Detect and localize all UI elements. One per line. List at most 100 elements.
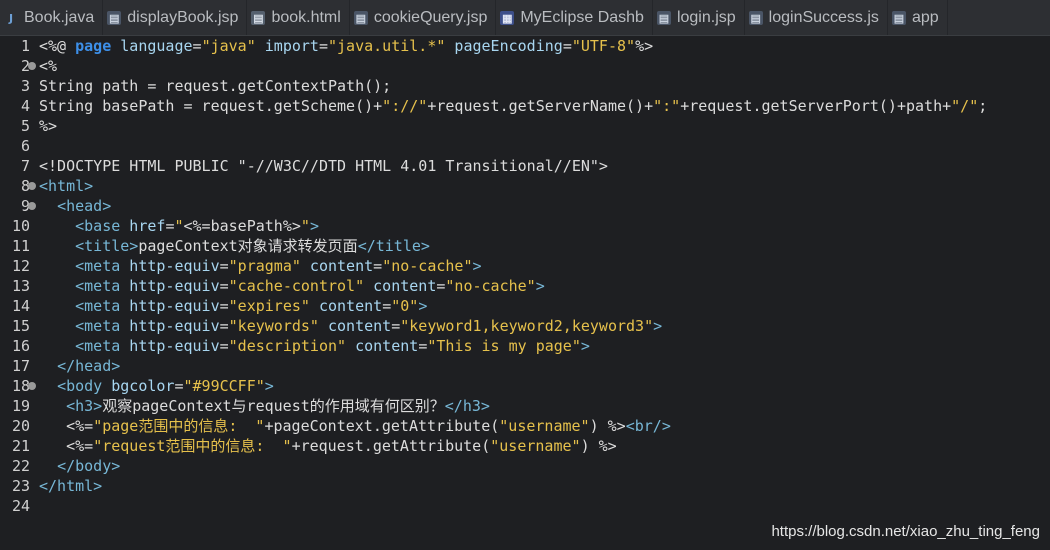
code-token: "://"	[382, 97, 428, 115]
jsp-file-icon: ▤	[107, 11, 122, 25]
line-number: 17	[11, 357, 30, 375]
tab-label: MyEclipse Dashb	[520, 9, 644, 26]
line-number: 6	[20, 137, 30, 155]
code-token: >	[309, 217, 319, 235]
code-line[interactable]: String path = request.getContextPath();	[39, 76, 391, 96]
line-number: 22	[11, 457, 30, 475]
jsp-file-icon: ▤	[656, 11, 671, 25]
code-line[interactable]: <html>	[39, 176, 93, 196]
code-token: "keywords"	[228, 317, 319, 335]
code-line[interactable]: String basePath = request.getScheme()+":…	[39, 96, 987, 116]
dashboard-icon: ▦	[500, 11, 515, 25]
code-line[interactable]: <h3>观察pageContext与request的作用域有何区别？</h3>	[39, 396, 490, 416]
code-token: "username"	[490, 437, 581, 455]
code-token: =	[192, 37, 202, 55]
code-line[interactable]: %>	[39, 116, 57, 136]
code-token: <!DOCTYPE HTML PUBLIC "-//W3C//DTD HTML …	[39, 157, 608, 175]
code-token: <meta	[75, 257, 121, 275]
code-token: </h3>	[444, 397, 490, 415]
tab-1[interactable]: ▤ displayBook.jsp	[103, 0, 248, 35]
code-line[interactable]: <%	[39, 56, 57, 76]
tab-5[interactable]: ▤ login.jsp	[653, 0, 745, 35]
editor-tab-bar: J Book.java ▤ displayBook.jsp ▤ book.html ▤ coo…	[0, 0, 1050, 36]
code-line[interactable]: <head>	[39, 196, 111, 216]
fold-toggle-icon[interactable]	[28, 382, 36, 390]
tab-label: displayBook.jsp	[127, 9, 239, 26]
line-number: 20	[11, 417, 30, 435]
line-number: 9	[20, 197, 30, 215]
code-line[interactable]: </body>	[39, 456, 120, 476]
code-token: <meta	[75, 317, 121, 335]
code-token: "request范围中的信息: "	[93, 437, 292, 455]
tab-4[interactable]: ▦ MyEclipse Dashb	[496, 0, 653, 35]
code-line[interactable]: <body bgcolor="#99CCFF">	[39, 376, 274, 396]
code-token: ;	[978, 97, 988, 115]
code-area[interactable]: <%@ page language="java" import="java.ut…	[39, 36, 1050, 550]
line-number: 15	[11, 317, 30, 335]
jsp-file-icon: ▤	[891, 11, 906, 25]
line-number: 8	[20, 177, 30, 195]
code-token: <%	[39, 57, 58, 75]
code-token: http-equiv	[120, 317, 220, 335]
code-token: content	[346, 337, 419, 355]
code-line[interactable]: <meta http-equiv="pragma" content="no-ca…	[39, 256, 481, 276]
code-token: "UTF-8"	[571, 37, 636, 55]
code-line[interactable]: <!DOCTYPE HTML PUBLIC "-//W3C//DTD HTML …	[39, 156, 608, 176]
tab-label: login.jsp	[676, 9, 736, 26]
line-number: 23	[11, 477, 30, 495]
code-editor[interactable]: 1 2 3 4 5 6 7 8 9 10 11 12 13 14 15 16 17 18 19 20 21 22 23 24 …	[0, 36, 1050, 550]
code-token: </head>	[57, 357, 121, 375]
code-token: <title>	[75, 237, 139, 255]
code-line[interactable]: <meta http-equiv="description" content="…	[39, 336, 590, 356]
code-token: 观察pageContext与request的作用域有何区别？	[102, 397, 445, 415]
line-number: 12	[11, 257, 30, 275]
code-token: pageEncoding	[445, 37, 563, 55]
code-token: >	[580, 337, 590, 355]
code-line[interactable]: <title>pageContext对象请求转发页面</title>	[39, 236, 430, 256]
tab-label: cookieQuery.jsp	[373, 9, 488, 26]
code-token: =	[373, 257, 383, 275]
code-line[interactable]: <%="request范围中的信息: "+request.getAttribut…	[39, 436, 617, 456]
code-token: ) %>	[589, 417, 626, 435]
code-token: =	[174, 377, 184, 395]
code-line[interactable]: <meta http-equiv="keywords" content="key…	[39, 316, 662, 336]
code-line[interactable]: <base href="<%=basePath%>">	[39, 216, 319, 236]
fold-toggle-icon[interactable]	[28, 182, 36, 190]
code-token: "This is my page"	[427, 337, 581, 355]
code-token: ) %>	[580, 437, 617, 455]
code-token: http-equiv	[120, 337, 220, 355]
code-line[interactable]: <%="page范围中的信息: "+pageContext.getAttribu…	[39, 416, 671, 436]
code-token: "	[174, 217, 184, 235]
code-line[interactable]: <meta http-equiv="expires" content="0">	[39, 296, 427, 316]
code-token: >	[418, 297, 428, 315]
code-token: =	[219, 277, 229, 295]
code-line[interactable]: <meta http-equiv="cache-control" content…	[39, 276, 545, 296]
code-token: +pageContext.getAttribute(	[264, 417, 500, 435]
tab-0[interactable]: J Book.java	[0, 0, 104, 35]
html-file-icon: ▤	[251, 11, 266, 25]
tab-6[interactable]: ▤ loginSuccess.js	[745, 0, 888, 35]
code-token: </body>	[57, 457, 121, 475]
code-line[interactable]: </html>	[39, 476, 102, 496]
code-token: <%@	[39, 37, 76, 55]
code-token: <br/>	[625, 417, 671, 435]
code-token: =	[562, 37, 572, 55]
fold-toggle-icon[interactable]	[28, 202, 36, 210]
code-token: <base	[75, 217, 121, 235]
tab-2[interactable]: ▤ book.html	[247, 0, 350, 35]
code-token: =	[219, 297, 229, 315]
line-number: 21	[11, 437, 30, 455]
code-token: +request.getAttribute(	[291, 437, 491, 455]
tab-7[interactable]: ▤ app	[888, 0, 948, 35]
line-number: 5	[20, 117, 30, 135]
code-token: <%=	[39, 437, 94, 455]
tab-3[interactable]: ▤ cookieQuery.jsp	[350, 0, 497, 35]
fold-toggle-icon[interactable]	[28, 62, 36, 70]
code-line[interactable]: <%@ page language="java" import="java.ut…	[39, 36, 653, 56]
code-line[interactable]: </head>	[39, 356, 120, 376]
code-token: <%=	[39, 417, 94, 435]
code-token: "no-cache"	[382, 257, 473, 275]
code-token: </html>	[39, 477, 103, 495]
